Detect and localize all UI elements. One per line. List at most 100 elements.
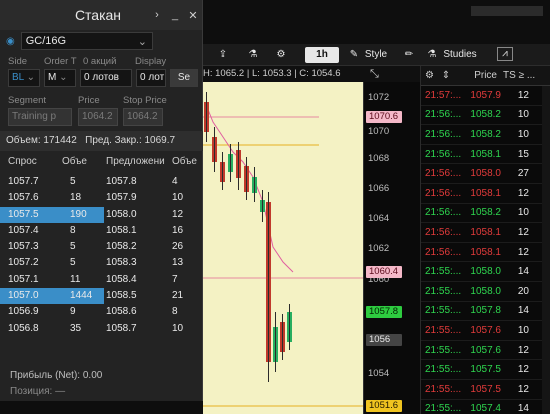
bid-price[interactable]: 1057.1 bbox=[0, 272, 58, 288]
price-column-header[interactable]: Price bbox=[457, 70, 497, 81]
size-column-header[interactable]: TS ≥ ... bbox=[497, 70, 537, 81]
bid-size[interactable]: 5 bbox=[58, 239, 104, 255]
ask-size[interactable]: 26 bbox=[168, 239, 203, 255]
ask-size[interactable]: 10 bbox=[168, 321, 203, 337]
ask-price[interactable]: 1058.1 bbox=[104, 223, 168, 239]
ask-price[interactable]: 1058.6 bbox=[104, 304, 168, 320]
ask-price[interactable]: 1057.9 bbox=[104, 190, 168, 206]
send-button[interactable]: Se bbox=[170, 69, 198, 87]
ask-size[interactable]: 16 bbox=[168, 223, 203, 239]
window-titlebar[interactable]: Стакан › _ ✕ bbox=[0, 0, 202, 30]
lots-input[interactable]: 0 лотов bbox=[80, 69, 132, 87]
studies-flask-icon[interactable]: ⚗ bbox=[426, 47, 438, 63]
stop-price-input[interactable]: 1064.2 bbox=[123, 108, 163, 126]
sort-icon[interactable]: ⇕ bbox=[435, 70, 457, 81]
trade-size: 20 bbox=[517, 285, 529, 297]
price-axis[interactable]: ⤡ 1072 1070 1068 1066 1064 1062 1060 105… bbox=[363, 68, 420, 414]
style-button[interactable]: Style bbox=[360, 47, 392, 63]
ask-price[interactable]: 1058.3 bbox=[104, 255, 168, 271]
trade-row: 21:55:... 1057.6 12 bbox=[421, 341, 550, 361]
bid-price[interactable]: 1057.3 bbox=[0, 239, 58, 255]
ask-size[interactable]: 21 bbox=[168, 288, 203, 304]
trade-price: 1058.2 bbox=[470, 207, 501, 219]
order-book-row[interactable]: 1057.6 18 1057.9 10 bbox=[0, 190, 203, 206]
close-icon[interactable]: ✕ bbox=[184, 9, 202, 22]
order-book-row[interactable]: 1057.4 8 1058.1 16 bbox=[0, 223, 203, 239]
ask-size[interactable]: 4 bbox=[168, 174, 203, 190]
trade-price: 1058.1 bbox=[470, 226, 501, 238]
bid-price[interactable]: 1056.8 bbox=[0, 321, 58, 337]
ask-price[interactable]: 1058.2 bbox=[104, 239, 168, 255]
ask-price[interactable]: 1058.5 bbox=[104, 288, 168, 304]
bid-price[interactable]: 1057.6 bbox=[0, 190, 58, 206]
price-input[interactable]: 1064.2 bbox=[78, 108, 118, 126]
bid-size[interactable]: 18 bbox=[58, 190, 104, 206]
bid-size-column-header[interactable]: Объе bbox=[58, 156, 104, 174]
symbol-selector[interactable]: GC/16G ⌄ bbox=[20, 32, 153, 50]
minimize-icon[interactable]: _ bbox=[166, 9, 184, 21]
order-type-label: Order T bbox=[44, 56, 77, 67]
bid-column-header[interactable]: Спрос bbox=[0, 156, 58, 174]
bid-price[interactable]: 1057.5 bbox=[0, 206, 58, 223]
ask-price[interactable]: 1058.4 bbox=[104, 272, 168, 288]
trade-price: 1058.1 bbox=[470, 148, 501, 160]
order-book-row[interactable]: 1057.1 11 1058.4 7 bbox=[0, 272, 203, 288]
ask-size[interactable]: 12 bbox=[168, 207, 203, 223]
ask-size[interactable]: 10 bbox=[168, 190, 203, 206]
bid-size[interactable]: 35 bbox=[58, 321, 104, 337]
segment-select[interactable]: Training p bbox=[8, 108, 72, 126]
bid-size[interactable]: 5 bbox=[58, 174, 104, 190]
time-and-sales-panel: ⚙ ⇕ Price TS ≥ ... 21:57:... 1057.9 12 21:5… bbox=[420, 66, 550, 414]
price-badge: 1070.6 bbox=[366, 111, 402, 123]
ask-price[interactable]: 1058.7 bbox=[104, 321, 168, 337]
bid-size[interactable]: 9 bbox=[58, 304, 104, 320]
order-book-row[interactable]: 1057.2 5 1058.3 13 bbox=[0, 255, 203, 271]
bid-size[interactable]: 8 bbox=[58, 223, 104, 239]
ask-column-header[interactable]: Предложени bbox=[104, 156, 168, 174]
bid-price[interactable]: 1057.2 bbox=[0, 255, 58, 271]
studies-button[interactable]: Studies bbox=[439, 47, 481, 63]
bid-price[interactable]: 1057.4 bbox=[0, 223, 58, 239]
gear-icon[interactable]: ⚙ bbox=[421, 70, 435, 81]
bid-size[interactable]: 190 bbox=[58, 206, 104, 223]
trade-time: 21:55:... bbox=[425, 403, 462, 414]
bid-size[interactable]: 11 bbox=[58, 272, 104, 288]
paint-icon[interactable]: ✎ bbox=[349, 47, 359, 63]
order-book-row[interactable]: 1057.5 190 1058.0 12 bbox=[0, 206, 203, 223]
position-readout: Позиция: — bbox=[10, 386, 65, 397]
bid-price[interactable]: 1056.9 bbox=[0, 304, 58, 320]
order-type-select[interactable]: M ⌄ bbox=[44, 69, 76, 87]
order-book-row[interactable]: 1057.3 5 1058.2 26 bbox=[0, 239, 203, 255]
order-book-row[interactable]: 1057.0 1444 1058.5 21 bbox=[0, 288, 203, 305]
chart-pattern-icon[interactable]: ⩘ bbox=[497, 47, 513, 61]
ask-price[interactable]: 1057.8 bbox=[104, 174, 168, 190]
axis-scale-icon[interactable]: ⤡ bbox=[370, 68, 379, 81]
ask-size[interactable]: 13 bbox=[168, 255, 203, 271]
order-book-row[interactable]: 1056.8 35 1058.7 10 bbox=[0, 321, 203, 337]
chevron-right-icon[interactable]: › bbox=[148, 9, 166, 21]
bid-price[interactable]: 1057.0 bbox=[0, 288, 58, 305]
flask-icon[interactable]: ⚗ bbox=[245, 47, 261, 63]
timeframe-button[interactable]: 1h bbox=[305, 47, 339, 63]
bid-size[interactable]: 1444 bbox=[58, 288, 104, 305]
time-sales-scrollbar[interactable] bbox=[542, 86, 550, 414]
link-dot-icon[interactable]: ◉ bbox=[6, 36, 15, 47]
bid-size[interactable]: 5 bbox=[58, 255, 104, 271]
trading-workspace: { "dom_panel": { "title": "Стакан", "sym… bbox=[0, 0, 550, 414]
display-input[interactable]: 0 лот bbox=[136, 69, 166, 87]
gear-icon[interactable]: ⚙ bbox=[273, 47, 289, 63]
bid-price[interactable]: 1057.7 bbox=[0, 174, 58, 190]
ask-price[interactable]: 1058.0 bbox=[104, 207, 168, 223]
share-icon[interactable]: ⇪ bbox=[215, 47, 231, 63]
order-book-row[interactable]: 1057.7 5 1057.8 4 bbox=[0, 174, 203, 190]
side-select[interactable]: BL ⌄ bbox=[8, 69, 40, 87]
axis-tick: 1064 bbox=[368, 213, 390, 224]
ask-size[interactable]: 8 bbox=[168, 304, 203, 320]
order-book-row[interactable]: 1056.9 9 1058.6 8 bbox=[0, 304, 203, 320]
price-chart[interactable] bbox=[203, 82, 363, 414]
ask-size[interactable]: 7 bbox=[168, 272, 203, 288]
pencil-icon[interactable]: ✏ bbox=[403, 47, 415, 63]
trade-row: 21:55:... 1058.0 20 bbox=[421, 282, 550, 302]
ask-size-column-header[interactable]: Объе bbox=[168, 156, 203, 174]
window-tabs[interactable] bbox=[471, 6, 543, 16]
